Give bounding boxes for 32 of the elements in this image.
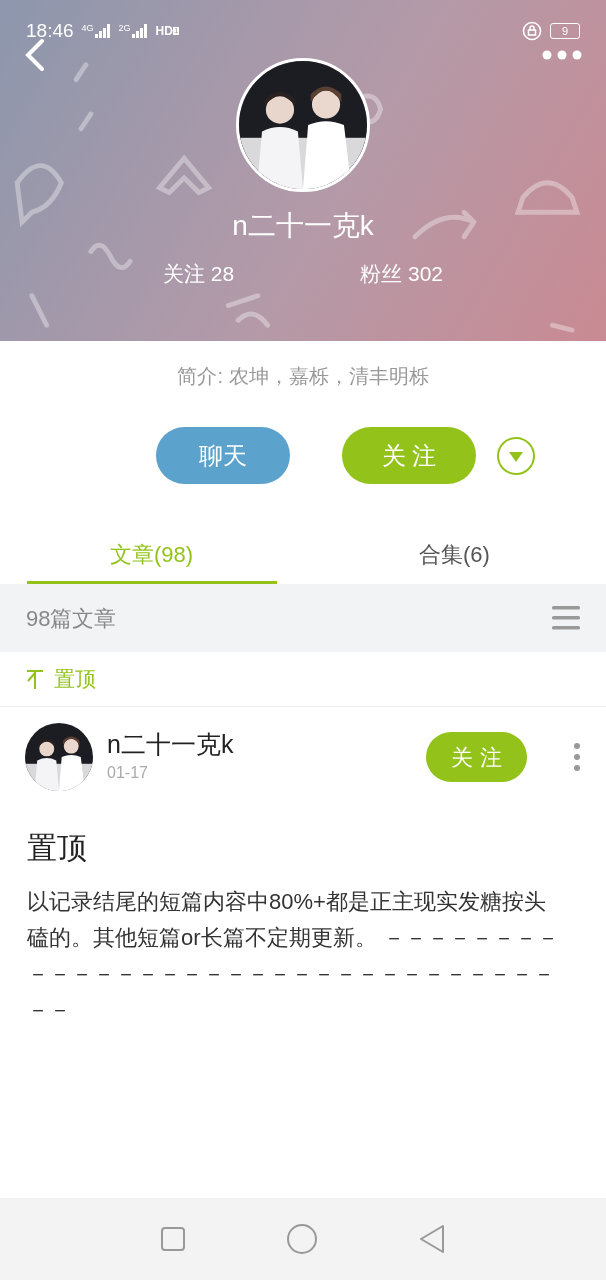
clock-time: 18:46 (26, 18, 74, 43)
profile-name: n二十一克k (232, 212, 374, 240)
network-label: 2G (118, 24, 131, 33)
signal-icon (131, 24, 148, 38)
recent-apps-icon[interactable] (160, 1226, 186, 1252)
profile-bio: 简介: 农坤，嘉栎，清丰明栎 (177, 364, 429, 389)
battery-indicator: 9 (550, 23, 580, 39)
dropdown-icon[interactable] (496, 435, 536, 476)
back-icon[interactable] (24, 38, 46, 72)
post-title: 置顶 (26, 830, 88, 866)
post-date: 01-17 (107, 762, 149, 783)
back-icon[interactable] (418, 1224, 446, 1254)
follow-button[interactable]: 关 注 (426, 732, 527, 782)
author-name[interactable]: n二十一克k (107, 729, 426, 761)
home-icon[interactable] (286, 1223, 318, 1255)
rotation-lock-icon (522, 21, 542, 41)
tab[interactable]: 合集(6) (329, 527, 580, 584)
pinned-label: 置顶 (54, 666, 96, 693)
more-icon[interactable] (542, 50, 582, 60)
network-label: 4G (81, 24, 94, 33)
follow-button[interactable]: 关 注 (342, 427, 476, 484)
hd-label: HD (155, 25, 173, 37)
profile-stat[interactable]: 粉丝 302 (360, 258, 443, 290)
signal-icon (94, 24, 111, 38)
menu-icon[interactable] (552, 606, 580, 630)
more-icon[interactable] (573, 742, 581, 772)
article-count: 98篇文章 (26, 604, 117, 633)
chat-button[interactable]: 聊天 (156, 427, 290, 484)
profile-stat[interactable]: 关注 28 (162, 258, 235, 290)
sim-label: 1 (172, 27, 180, 35)
pin-icon (26, 669, 44, 689)
post-body: 以记录结尾的短篇内容中80%+都是正主现实发糖按头磕的。其他短篇or长篇不定期更新。 －－－－－－－－－－－－－－－－－－－－－－－－－－－－－－－－－－ (26, 888, 560, 1024)
